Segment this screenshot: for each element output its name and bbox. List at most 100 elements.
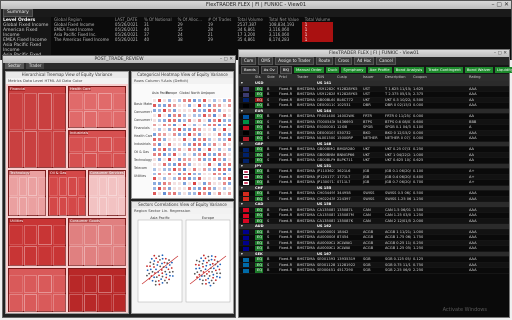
group-expand-icon[interactable]: ▾ <box>239 81 253 86</box>
group-expand-icon[interactable]: ▾ <box>239 164 253 169</box>
group-id: US 141 <box>317 81 332 85</box>
treemap-block[interactable]: Industrials <box>68 130 126 168</box>
order-cell: AA <box>469 147 475 151</box>
order-cell: BHSTDMA <box>297 119 315 124</box>
toolbar-button[interactable]: Assign to Trader <box>275 57 314 65</box>
column-header[interactable]: Prtcl <box>277 74 295 81</box>
treemap-subcell <box>112 275 126 293</box>
filter-pill[interactable]: As Ov <box>260 65 278 74</box>
order-cell: 102531 <box>337 103 351 107</box>
window-controls-icon[interactable]: – ▢ ✕ <box>494 50 507 57</box>
scatter-point <box>153 276 156 279</box>
treemap-block[interactable] <box>8 268 66 312</box>
heatmap-grid[interactable] <box>152 98 232 196</box>
scatter-panel-label: Europe <box>202 216 214 220</box>
column-header[interactable]: Rating <box>467 74 489 81</box>
treemap-block[interactable]: Health Care <box>68 86 126 128</box>
treemap-block[interactable]: Oil & Gas <box>48 170 86 216</box>
heatmap-controls[interactable]: Rows Column Y-Axis (Deficit) <box>132 78 233 84</box>
filter-pill[interactable]: Bond Waiver <box>464 66 493 73</box>
scatter-point <box>156 264 159 266</box>
column-header[interactable]: Sts <box>253 74 265 81</box>
filter-pill[interactable]: Bond Analysis <box>393 66 425 73</box>
treemap-subcell <box>112 93 126 110</box>
group-expand-icon[interactable]: ▾ <box>239 252 253 257</box>
column-header[interactable]: Cusip <box>335 74 361 81</box>
column-header[interactable]: Description <box>383 74 411 81</box>
order-cell: JGB <box>363 174 370 179</box>
column-header[interactable] <box>239 74 253 81</box>
filter-pill[interactable]: BKJ <box>279 65 292 74</box>
group-expand-icon[interactable]: ▾ <box>239 202 253 207</box>
treemap-block[interactable]: Consumer Goods <box>68 218 126 266</box>
status-cell: EQ <box>253 207 265 212</box>
country-flag-icon <box>243 98 249 102</box>
order-row[interactable]: EQB Fixed-R BHSTDMASE00045172904517290 SGB S… <box>239 268 509 274</box>
order-cell: BHSTDMA <box>297 213 315 217</box>
scatter-plot[interactable]: Asia Pacific Europe <box>132 214 234 314</box>
summary-tab[interactable]: Summary <box>3 9 33 17</box>
bonds-filter-label[interactable]: Bonds <box>241 65 259 74</box>
treemap-label: Utilities <box>9 219 24 223</box>
group-spacer <box>265 164 277 169</box>
scatter-point <box>161 282 164 284</box>
window-controls-icon[interactable]: – ▢ ✕ <box>491 1 509 9</box>
treemap-subcell <box>38 225 52 245</box>
toolbar-button[interactable]: Route <box>315 57 334 65</box>
filter-pill[interactable]: Symphony <box>341 66 366 73</box>
treemap-subcell <box>52 275 66 293</box>
flag-cell <box>239 197 253 201</box>
toolbar-button[interactable]: Com <box>241 57 257 65</box>
group-expand-icon[interactable]: ▾ <box>239 224 253 229</box>
order-cell: BTPS <box>363 119 373 124</box>
heatmap-cell[interactable] <box>227 191 232 196</box>
order-cell: SE0013935319 <box>317 257 335 261</box>
heatmap-row-label: Financials <box>134 126 150 130</box>
toolbar-button[interactable]: Cancel <box>376 57 396 65</box>
filter-pill[interactable]: Axe Profile <box>367 66 392 73</box>
filter-pill[interactable]: Trade Contingent <box>426 66 463 73</box>
group-expand-icon[interactable]: ▾ <box>239 186 253 191</box>
toolbar-button[interactable]: Ad Hoc <box>354 57 375 65</box>
order-cell: 0.000 <box>413 130 424 135</box>
scatter-point <box>153 254 156 257</box>
filter-pill[interactable]: Liquidity Alerts <box>494 66 512 73</box>
group-spacer <box>265 252 277 257</box>
column-header[interactable]: Coupon <box>411 74 467 81</box>
treemap-block[interactable]: Technology <box>8 170 46 216</box>
column-header[interactable]: Trader <box>295 74 315 81</box>
window-controls-icon[interactable]: – ▢ ✕ <box>220 56 233 63</box>
order-cell: Fixed-R <box>279 174 293 179</box>
treemap-label: Consumer Goods <box>69 219 100 223</box>
group-expand-icon[interactable]: ▾ <box>239 142 253 147</box>
treemap-controls[interactable]: Metrics Data Level HTML All Data Color <box>6 78 128 84</box>
order-cell: BHSTDMA <box>297 180 315 184</box>
flag-cell <box>239 191 253 196</box>
column-header[interactable]: ISIN <box>315 74 335 81</box>
order-cell: UST <box>363 92 371 96</box>
group-spacer <box>295 224 315 229</box>
scatter-point <box>159 265 162 268</box>
sidebar-item[interactable]: American Fixed Income <box>3 28 49 38</box>
toolbar-button[interactable]: Cross <box>335 57 353 65</box>
treemap-block[interactable]: Consumer Services <box>88 170 126 216</box>
sidebar-item[interactable]: Asia Pacific Fixed Income <box>3 43 49 53</box>
order-cell: BHSTDMA <box>297 229 315 234</box>
scatter-point <box>195 267 197 270</box>
column-header[interactable]: Issuer <box>361 74 383 81</box>
status-badge: EQ <box>255 262 264 267</box>
order-cell: CA135087M276 <box>317 213 335 217</box>
filter-pill[interactable]: Duck <box>325 66 340 73</box>
column-header[interactable]: Side <box>265 74 277 81</box>
order-cell: Fixed-R <box>279 257 293 261</box>
group-spacer <box>265 142 277 147</box>
filter-pill[interactable]: Manual Order <box>293 66 324 73</box>
group-expand-icon[interactable]: ▾ <box>239 109 253 114</box>
order-cell: S <box>267 262 270 267</box>
treemap-block[interactable] <box>68 268 126 312</box>
scatter-point <box>194 263 197 266</box>
toolbar-button[interactable]: OMS <box>258 57 274 65</box>
treemap-block[interactable]: Utilities <box>8 218 66 266</box>
table-row[interactable]: The Americas Fixed Income 05/26/2021 40 38 2… <box>51 37 334 42</box>
treemap-block[interactable]: Financial <box>8 86 66 168</box>
